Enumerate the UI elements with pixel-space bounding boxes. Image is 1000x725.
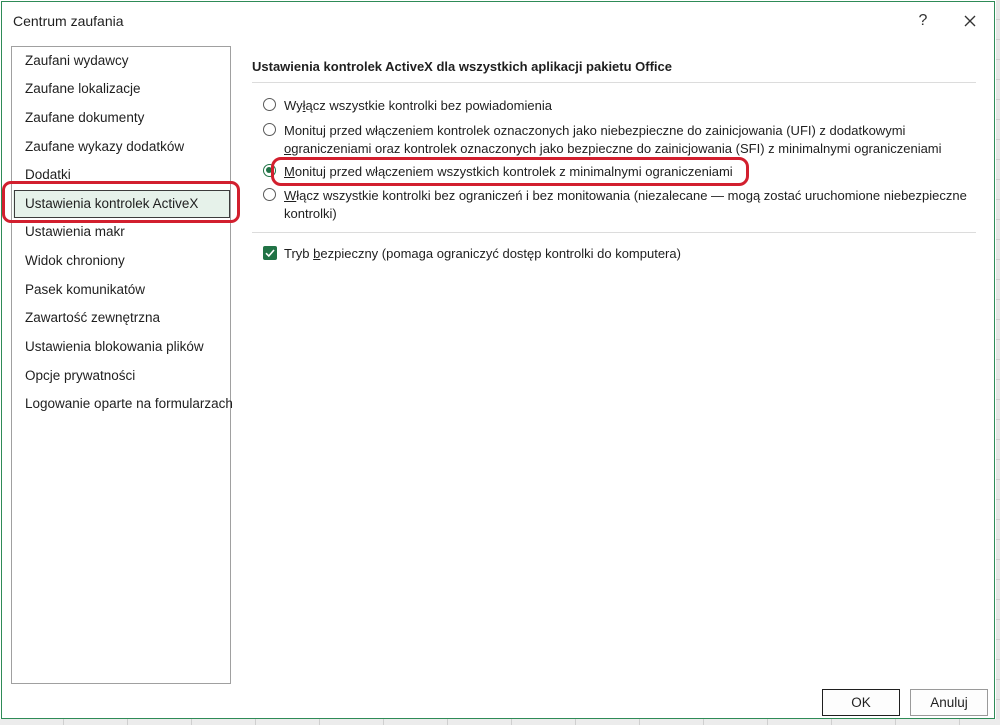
sidebar-item-activex-settings[interactable]: Ustawienia kontrolek ActiveX [13,190,230,218]
radio-button-unchecked[interactable] [263,188,276,201]
sidebar-item-label: Ustawienia kontrolek ActiveX [25,196,199,211]
section-divider-top [252,82,976,83]
sidebar-item-privacy-options[interactable]: Opcje prywatności [13,362,229,390]
checkmark-icon [265,249,275,258]
backdrop-grid-bottom [0,719,1000,725]
radio-prompt-ufi-with-restrictions[interactable]: Monituj przed włączeniem kontrolek oznac… [263,122,974,158]
section-divider-bottom [252,232,976,233]
radio-button-checked[interactable] [263,164,276,177]
trust-center-dialog: Centrum zaufania ? Zaufani wydawcy Zaufa… [1,1,995,719]
sidebar-item-trusted-publishers[interactable]: Zaufani wydawcy [13,47,229,75]
dialog-title: Centrum zaufania [13,13,124,29]
section-title: Ustawienia kontrolek ActiveX dla wszystk… [252,59,673,74]
help-button[interactable]: ? [910,8,936,34]
sidebar-item-trusted-addin-catalogs[interactable]: Zaufane wykazy dodatków [13,133,229,161]
radio-enable-all-no-restrictions[interactable]: Włącz wszystkie kontrolki bez ograniczeń… [263,187,974,223]
sidebar-item-trusted-locations[interactable]: Zaufane lokalizacje [13,75,229,103]
sidebar-item-file-block-settings[interactable]: Ustawienia blokowania plików [13,333,229,361]
checkbox-checked[interactable] [263,246,277,260]
sidebar-item-message-bar[interactable]: Pasek komunikatów [13,276,229,304]
radio-button-unchecked[interactable] [263,123,276,136]
radio-disable-all-no-notification[interactable]: Wyłącz wszystkie kontrolki bez powiadomi… [263,97,974,115]
ok-button[interactable]: OK [822,689,900,716]
sidebar-item-protected-view[interactable]: Widok chroniony [13,247,229,275]
activex-settings-panel: Ustawienia kontrolek ActiveX dla wszystk… [250,46,976,676]
close-icon [964,15,976,27]
close-button[interactable] [957,8,983,34]
sidebar-item-addins[interactable]: Dodatki [13,161,229,189]
category-list: Zaufani wydawcy Zaufane lokalizacje Zauf… [11,46,233,684]
radio-prompt-all-minimal-restrictions[interactable]: Monituj przed włączeniem wszystkich kont… [263,163,974,181]
title-bar: Centrum zaufania ? [2,2,994,38]
backdrop-grid-right [996,0,1000,725]
radio-button-unchecked[interactable] [263,98,276,111]
sidebar-item-macro-settings[interactable]: Ustawienia makr [13,218,229,246]
sidebar-item-trusted-documents[interactable]: Zaufane dokumenty [13,104,229,132]
sidebar-item-form-based-signin[interactable]: Logowanie oparte na formularzach [13,390,233,418]
cancel-button[interactable]: Anuluj [910,689,988,716]
checkbox-safe-mode[interactable]: Tryb bezpieczny (pomaga ograniczyć dostę… [263,245,884,263]
sidebar-item-external-content[interactable]: Zawartość zewnętrzna [13,304,229,332]
